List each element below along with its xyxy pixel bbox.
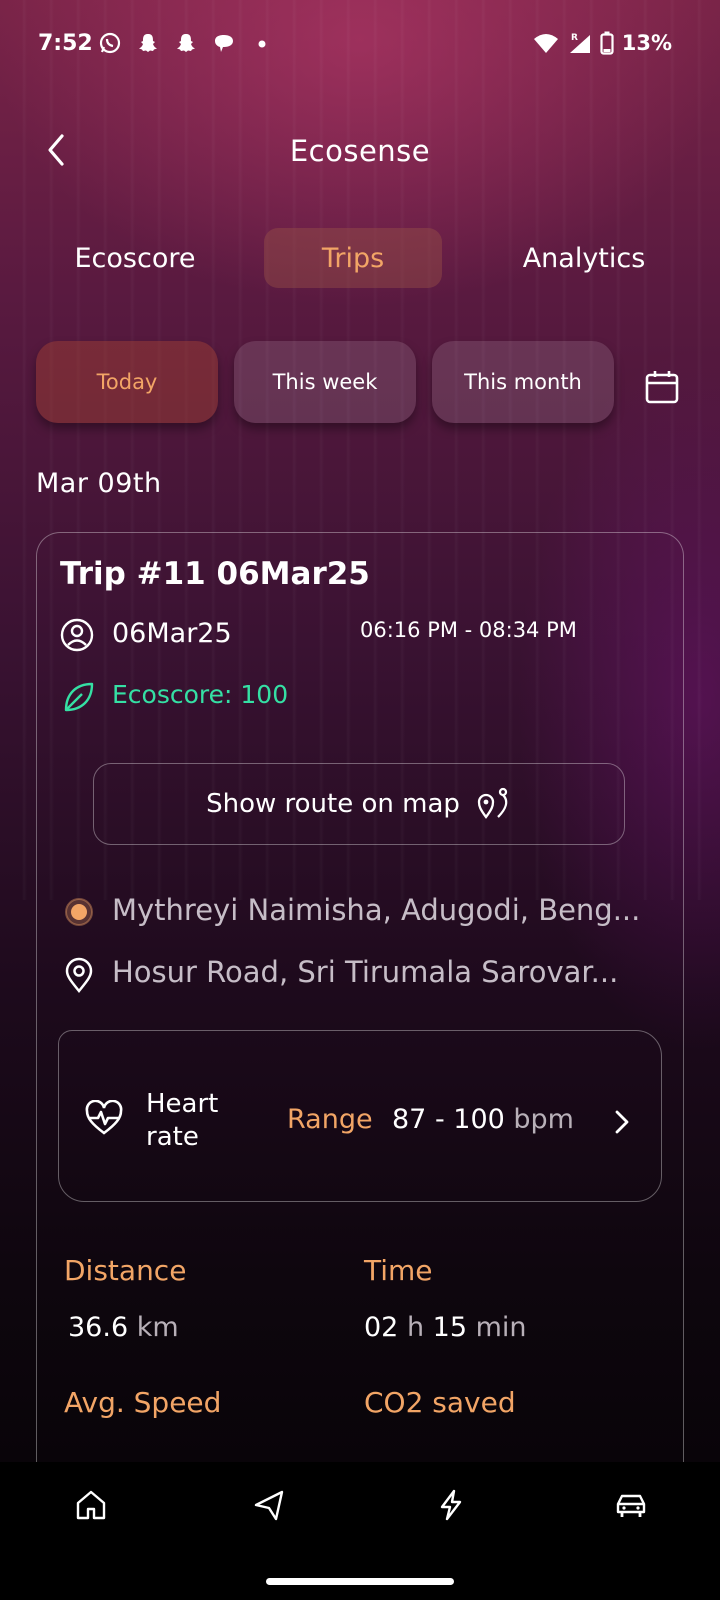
status-bar: 7:52 R 13% — [0, 0, 720, 90]
distance-value: 36.6 km — [68, 1312, 179, 1343]
start-location: Mythreyi Naimisha, Adugodi, Beng... — [112, 893, 641, 927]
heart-rate-label-line1: Heart — [146, 1089, 219, 1119]
page-title: Ecosense — [289, 134, 431, 168]
distance-unit: km — [136, 1312, 179, 1343]
trip-time-range: 06:16 PM - 08:34 PM — [360, 618, 577, 642]
end-location-pin-icon — [65, 957, 93, 993]
leaf-icon — [64, 682, 94, 712]
heart-rate-range-label: Range — [287, 1104, 373, 1135]
distance-number: 36.6 — [68, 1312, 129, 1343]
show-route-button[interactable]: Show route on map — [93, 763, 625, 845]
roaming-tag: R — [571, 33, 578, 43]
chevron-right-icon[interactable] — [610, 1108, 634, 1136]
status-time: 7:52 — [38, 31, 93, 56]
heart-rate-label: Heart rate — [146, 1088, 218, 1154]
trip-title: Trip #11 06Mar25 — [60, 556, 370, 592]
tab-trips[interactable]: Trips — [264, 228, 442, 288]
heart-rate-unit: bpm — [513, 1104, 574, 1135]
snapchat-icon — [177, 34, 195, 52]
navigation-icon[interactable] — [252, 1488, 286, 1522]
route-map-icon — [477, 787, 508, 819]
trip-user-date: 06Mar25 — [112, 618, 232, 649]
tab-analytics[interactable]: Analytics — [494, 228, 674, 288]
home-indicator[interactable] — [266, 1578, 454, 1585]
whatsapp-icon — [99, 32, 121, 54]
wifi-icon — [533, 34, 558, 53]
co2-saved-label: CO2 saved — [364, 1386, 516, 1419]
time-label: Time — [364, 1254, 433, 1287]
show-route-label: Show route on map — [206, 789, 460, 819]
time-value: 02 h 15 min — [364, 1312, 527, 1343]
trip-ecoscore: Ecoscore: 100 — [112, 680, 289, 709]
notification-icons — [98, 31, 274, 55]
chat-bubble-icon — [215, 35, 233, 52]
battery-percent: 13% — [621, 31, 672, 55]
filter-this-month[interactable]: This month — [432, 341, 614, 423]
time-minutes: 15 — [432, 1312, 468, 1343]
avg-speed-label: Avg. Speed — [64, 1386, 222, 1419]
snapchat-icon — [139, 34, 157, 52]
time-minutes-unit: min — [475, 1312, 527, 1343]
end-location: Hosur Road, Sri Tirumala Sarovar... — [112, 955, 619, 989]
distance-label: Distance — [64, 1254, 187, 1287]
tab-ecoscore[interactable]: Ecoscore — [44, 228, 226, 288]
calendar-icon[interactable] — [644, 369, 680, 405]
home-icon[interactable] — [74, 1488, 108, 1522]
start-location-icon — [65, 898, 93, 926]
heart-rate-icon — [85, 1100, 123, 1135]
date-header: Mar 09th — [36, 468, 162, 499]
heart-rate-range: 87 - 100 bpm — [392, 1104, 574, 1135]
heart-rate-label-line2: rate — [146, 1122, 199, 1152]
dot-icon — [258, 40, 266, 48]
time-hours: 02 — [364, 1312, 399, 1343]
signal-icon: R — [569, 33, 590, 53]
heart-rate-range-value: 87 - 100 — [392, 1104, 505, 1135]
car-icon[interactable] — [614, 1488, 648, 1522]
charging-icon[interactable] — [434, 1488, 468, 1522]
filter-today[interactable]: Today — [36, 341, 218, 423]
filter-this-week[interactable]: This week — [234, 341, 416, 423]
time-hours-unit: h — [406, 1312, 425, 1343]
user-icon — [60, 618, 94, 652]
status-right: R 13% — [532, 31, 672, 55]
battery-icon — [600, 31, 614, 55]
